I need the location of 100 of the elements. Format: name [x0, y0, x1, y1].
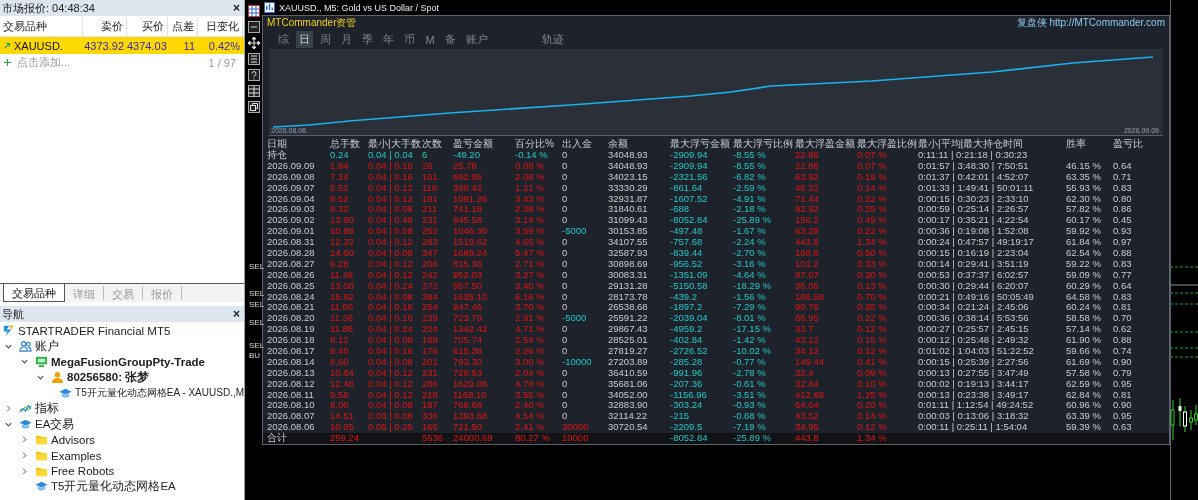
table-cell-text: -2.18 % [733, 204, 767, 216]
table-cell-text: 0.64 [1113, 280, 1133, 292]
table-cell-text: 0 [562, 171, 569, 183]
table-cell-text: 615.38 [453, 346, 484, 357]
grid-icon[interactable] [247, 85, 260, 97]
table-cell-text: -956.52 [670, 258, 704, 270]
table-cell-text: 12.32 [330, 237, 355, 248]
line-chart-icon [19, 402, 32, 416]
table-cell-text: 0:01:57 | 3:48:30 | 7:50:51 [918, 160, 1030, 172]
table-cell-text: 0:00:36 | 0:38:14 | 5:53:56 [918, 313, 1030, 325]
table-cell-text: 8.60 [330, 356, 350, 368]
tree-item[interactable]: EA交易 [35, 416, 75, 432]
table-cell-text: 0:01:33 | 1:49:41 | 50:01:11 [918, 182, 1035, 194]
table-cell-text: 0 [562, 193, 569, 205]
symbol-row[interactable]: XAUUSD. 4373.92 4374.03 11 0.42% [0, 37, 244, 54]
table-cell-text: 34023.15 [608, 171, 649, 183]
table-cell-text: 59.39 % [1066, 422, 1102, 434]
chevron-right-icon[interactable] [20, 435, 29, 445]
ask-price: 4374.03 [127, 39, 168, 52]
period-tab[interactable]: 备 [442, 31, 459, 49]
table-cell-text: 1.21 % [515, 182, 546, 194]
tree-item[interactable]: 账户 [35, 338, 59, 354]
table-cell-text: 0:00:11 | 0:25:11 | 1:54:04 [918, 422, 1029, 434]
tree-item[interactable]: T5开元量化动态网格EA [51, 479, 176, 495]
table-cell-text: -1.56 % [733, 291, 767, 303]
tree-item[interactable]: Advisors [51, 433, 96, 446]
chevron-right-icon[interactable] [4, 404, 13, 414]
column-header[interactable]: 买价 [127, 16, 168, 36]
column-header[interactable]: 卖价 [83, 16, 127, 36]
table-cell-text: 0.62 [1113, 324, 1133, 336]
table-cell-text: 0 [562, 215, 569, 227]
table-cell-text: 2.38 % [515, 204, 546, 216]
help-icon[interactable] [247, 69, 260, 81]
table-cell-text: 0.04 | 0.12 [368, 193, 414, 205]
minimize-icon[interactable] [247, 21, 260, 33]
trade-label: SEL [249, 300, 265, 309]
view-tab[interactable]: 轨迹 [539, 31, 567, 49]
table-cell-text: -0.68 % [733, 411, 767, 423]
table-cell-text: 0.04 | 0.12 [368, 269, 414, 281]
chevron-right-icon[interactable] [20, 451, 29, 461]
period-tab[interactable]: 综 [275, 31, 292, 49]
panel-icon[interactable] [247, 53, 260, 65]
column-header: 盈亏比 [1113, 137, 1144, 150]
move-icon[interactable] [247, 37, 260, 49]
table-cell-text: 0.04 | 0.08 [368, 204, 414, 216]
panel-tab[interactable]: 交易品种 [3, 284, 65, 302]
column-header[interactable]: 点差 [168, 16, 198, 36]
table-cell-text: 64.64 [795, 400, 820, 412]
trade-label: SEL [249, 289, 265, 298]
table-cell-text: 63.39 % [1066, 411, 1102, 423]
table-cell-text: 87.07 [795, 269, 820, 281]
table-cell-text: -2.24 % [733, 237, 767, 248]
tree-item[interactable]: 指标 [35, 401, 59, 417]
tree-item[interactable]: STARTRADER Financial MT5 [18, 324, 171, 337]
period-tab[interactable]: 年 [380, 31, 397, 49]
table-cell-text: 10.88 [330, 226, 355, 238]
plus-icon[interactable] [3, 58, 12, 67]
person-icon [51, 371, 64, 385]
broker-logo-icon [2, 324, 15, 338]
period-tab[interactable]: 周 [317, 31, 334, 49]
column-header[interactable]: 交易品种 [0, 16, 83, 36]
chevron-down-icon[interactable] [20, 357, 29, 367]
chevron-down-icon[interactable] [36, 373, 45, 383]
column-header[interactable]: 日变化 [198, 16, 243, 36]
table-cell-text: 161 [422, 171, 439, 183]
table-cell-text: 0.05 | 0.25 [368, 422, 414, 434]
table-cell-text: 0:00:12 | 0:25:48 | 2:49:32 [918, 335, 1030, 346]
tree-item[interactable]: Examples [51, 449, 102, 462]
table-cell-text: -0.14 % [515, 149, 549, 161]
tree-item[interactable]: 80256580: 张梦 [67, 370, 150, 386]
close-button[interactable]: × [233, 1, 240, 15]
table-icon[interactable] [247, 5, 260, 17]
chevron-right-icon[interactable] [20, 466, 29, 476]
table-cell-text: 1046.30 [453, 226, 489, 238]
table-cell-text: 0.03 | 0.08 [368, 411, 414, 423]
table-cell-text: 0.93 [1113, 226, 1133, 238]
site-link[interactable]: 复盘侠 http://MTCommander.com [1016, 16, 1165, 31]
tree-item[interactable]: T5开元量化动态网格EA - XAUUSD.,M [75, 386, 244, 401]
restore-icon[interactable] [247, 101, 260, 113]
period-tab[interactable]: 日 [296, 31, 313, 49]
table-cell-text: -8.01 % [733, 313, 767, 325]
table-cell-text: 36.06 [795, 280, 820, 292]
table-cell-text: 15.92 [330, 291, 355, 303]
table-cell-text: 34.95 [795, 422, 820, 434]
tree-item[interactable]: Free Robots [51, 465, 115, 478]
period-tab[interactable]: 季 [359, 31, 376, 49]
table-cell-text: -1351.09 [670, 269, 709, 281]
table-cell-text: 24000.69 [453, 433, 494, 444]
period-tab[interactable]: 月 [338, 31, 355, 49]
table-cell-text: 0.90 [1113, 400, 1133, 412]
tree-item[interactable]: MegaFusionGroupPty-Trade [51, 356, 205, 368]
period-tab[interactable]: M [422, 32, 438, 47]
table-cell-text: 0.49 % [857, 215, 888, 227]
period-tab[interactable]: 币 [401, 31, 418, 49]
folder-icon [35, 449, 48, 463]
table-cell-text: 0.70 % [857, 291, 888, 303]
period-tab[interactable]: 账户 [463, 31, 491, 49]
close-button[interactable]: × [233, 307, 240, 321]
table-cell-text: 0.45 [1113, 215, 1133, 227]
table-cell-text: 46.32 [795, 182, 820, 194]
